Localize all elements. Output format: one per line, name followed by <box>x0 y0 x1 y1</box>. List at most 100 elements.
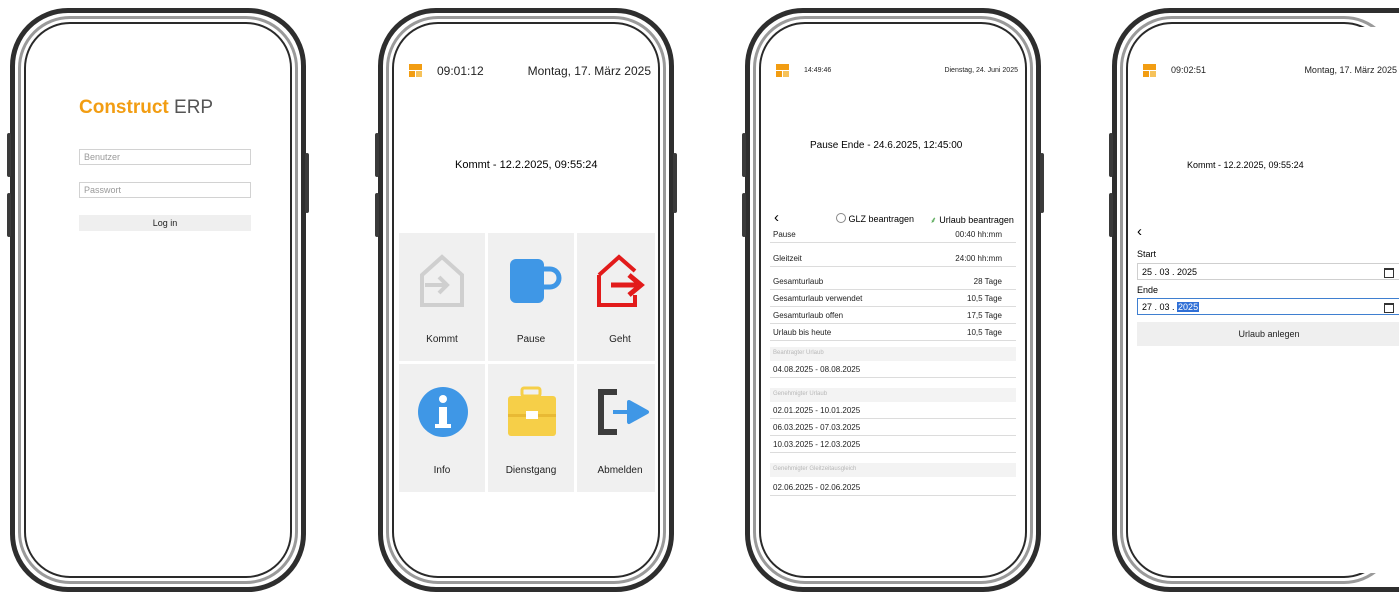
status-text: Kommt - 12.2.2025, 09:55:24 <box>455 159 598 171</box>
tile-dienstgang[interactable]: Dienstgang <box>488 364 574 492</box>
app-logo-icon <box>1143 64 1156 77</box>
phone-login: Construct ERP Benutzer Passwort Log in <box>7 8 309 592</box>
start-date-field[interactable]: 25 . 03 . 2025 <box>1137 263 1399 280</box>
info-screen: 14:49:46 Dienstag, 24. Juni 2025 Pause E… <box>764 27 1022 573</box>
phone-info: 14:49:46 Dienstag, 24. Juni 2025 Pause E… <box>742 8 1044 592</box>
table-row: Urlaub bis heute 10,5 Tage <box>770 324 1016 341</box>
clock-icon <box>836 213 846 223</box>
back-button[interactable]: ‹ <box>1137 223 1142 240</box>
password-field[interactable]: Passwort <box>79 182 251 198</box>
tile-label: Pause <box>516 334 546 345</box>
leave-house-icon <box>597 254 645 307</box>
calendar-icon[interactable] <box>1384 268 1394 278</box>
app-logo-icon <box>776 64 789 77</box>
row-value: 24:00 hh:mm <box>955 254 1002 263</box>
phone-home: 09:01:12 Montag, 17. März 2025 Kommt - 1… <box>375 8 677 592</box>
tile-label: Kommt <box>426 334 458 345</box>
date: Montag, 17. März 2025 <box>527 64 651 78</box>
side-button <box>1109 133 1113 177</box>
tile-abmelden[interactable]: Abmelden <box>577 364 655 492</box>
status-bar: 14:49:46 Dienstag, 24. Juni 2025 <box>764 61 1022 81</box>
section-header: Genehmigter Urlaub <box>770 388 1016 402</box>
glz-link-label: GLZ beantragen <box>848 214 915 224</box>
tile-info[interactable]: Info <box>399 364 485 492</box>
row-value: 28 Tage <box>973 277 1002 286</box>
side-button <box>375 133 379 177</box>
status-bar: 09:01:12 Montag, 17. März 2025 <box>397 61 655 81</box>
login-screen: Construct ERP Benutzer Passwort Log in <box>29 27 287 573</box>
password-placeholder: Passwort <box>84 185 122 195</box>
row-label: Urlaub bis heute <box>773 328 832 337</box>
table-row: Gesamturlaub verwendet 10,5 Tage <box>770 290 1016 307</box>
list-item[interactable]: 04.08.2025 - 08.08.2025 <box>770 361 1016 378</box>
logout-icon <box>598 389 649 435</box>
info-icon <box>418 387 468 437</box>
enter-house-icon <box>420 254 464 307</box>
row-value: 10,5 Tage <box>967 294 1002 303</box>
list-item[interactable]: 02.06.2025 - 02.06.2025 <box>770 479 1016 496</box>
table-row: Gesamturlaub 28 Tage <box>770 273 1016 290</box>
tile-label: Abmelden <box>597 465 643 476</box>
side-button <box>742 133 746 177</box>
start-label: Start <box>1137 249 1157 259</box>
glz-link[interactable]: GLZ beantragen <box>836 213 914 224</box>
status-bar: 09:02:51 Montag, 17. März 2025 <box>1131 61 1399 81</box>
logo-light: ERP <box>174 97 214 118</box>
end-date-day-month: 27 . 03 . <box>1142 302 1175 312</box>
end-date-year-selected[interactable]: 2025 <box>1177 302 1200 312</box>
power-button <box>673 153 677 213</box>
app-logo: Construct ERP <box>79 97 213 119</box>
login-button[interactable]: Log in <box>79 215 251 231</box>
end-date-field[interactable]: 27 . 03 . 2025 <box>1137 298 1399 315</box>
urlaub-link-label: Urlaub beantragen <box>939 215 1014 225</box>
status-text: Pause Ende - 24.6.2025, 12:45:00 <box>810 140 963 151</box>
row-value: 17,5 Tage <box>967 311 1002 320</box>
side-button <box>375 193 379 237</box>
calendar-icon[interactable] <box>1384 303 1394 313</box>
urlaub-link[interactable]: ⸙ Urlaub beantragen <box>930 213 1014 226</box>
row-label: Gleitzeit <box>773 254 802 263</box>
back-button[interactable]: ‹ <box>774 209 779 226</box>
phone-vacation: 09:02:51 Montag, 17. März 2025 Kommt - 1… <box>1109 8 1399 592</box>
tile-kommt[interactable]: Kommt <box>399 233 485 361</box>
row-label: Gesamturlaub verwendet <box>773 294 863 303</box>
info-toolbar: ‹ GLZ beantragen ⸙ Urlaub beantragen <box>770 209 1022 227</box>
power-button <box>305 153 309 213</box>
briefcase-icon <box>508 386 556 436</box>
clock: 09:01:12 <box>437 64 484 78</box>
date: Montag, 17. März 2025 <box>1304 65 1397 75</box>
row-value: 00:40 hh:mm <box>955 230 1002 239</box>
clock: 09:02:51 <box>1171 65 1207 75</box>
list-item[interactable]: 06.03.2025 - 07.03.2025 <box>770 419 1016 436</box>
tile-geht[interactable]: Geht <box>577 233 655 361</box>
table-row: Gleitzeit 24:00 hh:mm <box>770 250 1016 267</box>
side-button <box>7 193 11 237</box>
row-label: Pause <box>773 230 796 239</box>
table-row: Pause 00:40 hh:mm <box>770 226 1016 243</box>
side-button <box>1109 193 1113 237</box>
row-value: 10,5 Tage <box>967 328 1002 337</box>
start-date-value: 25 . 03 . 2025 <box>1142 267 1198 277</box>
home-screen: 09:01:12 Montag, 17. März 2025 Kommt - 1… <box>397 27 655 573</box>
app-logo-icon <box>409 64 422 77</box>
username-placeholder: Benutzer <box>84 152 121 162</box>
logo-bold: Construct <box>79 97 169 118</box>
tile-label: Geht <box>609 334 631 345</box>
tile-label: Dienstgang <box>505 465 557 476</box>
clock: 14:49:46 <box>804 67 832 74</box>
side-button <box>742 193 746 237</box>
section-header: Beantragter Urlaub <box>770 347 1016 361</box>
table-row: Gesamturlaub offen 17,5 Tage <box>770 307 1016 324</box>
urlaub-anlegen-button[interactable]: Urlaub anlegen <box>1137 322 1399 346</box>
tile-pause[interactable]: Pause <box>488 233 574 361</box>
cup-icon <box>510 259 562 303</box>
date: Dienstag, 24. Juni 2025 <box>944 67 1018 74</box>
palm-icon: ⸙ <box>930 215 937 225</box>
power-button <box>1040 153 1044 213</box>
vacation-screen: 09:02:51 Montag, 17. März 2025 Kommt - 1… <box>1131 27 1399 573</box>
section-header: Genehmigter Gleitzeitausgleich <box>770 463 1016 477</box>
side-button <box>7 133 11 177</box>
username-field[interactable]: Benutzer <box>79 149 251 165</box>
list-item[interactable]: 02.01.2025 - 10.01.2025 <box>770 402 1016 419</box>
list-item[interactable]: 10.03.2025 - 12.03.2025 <box>770 436 1016 453</box>
